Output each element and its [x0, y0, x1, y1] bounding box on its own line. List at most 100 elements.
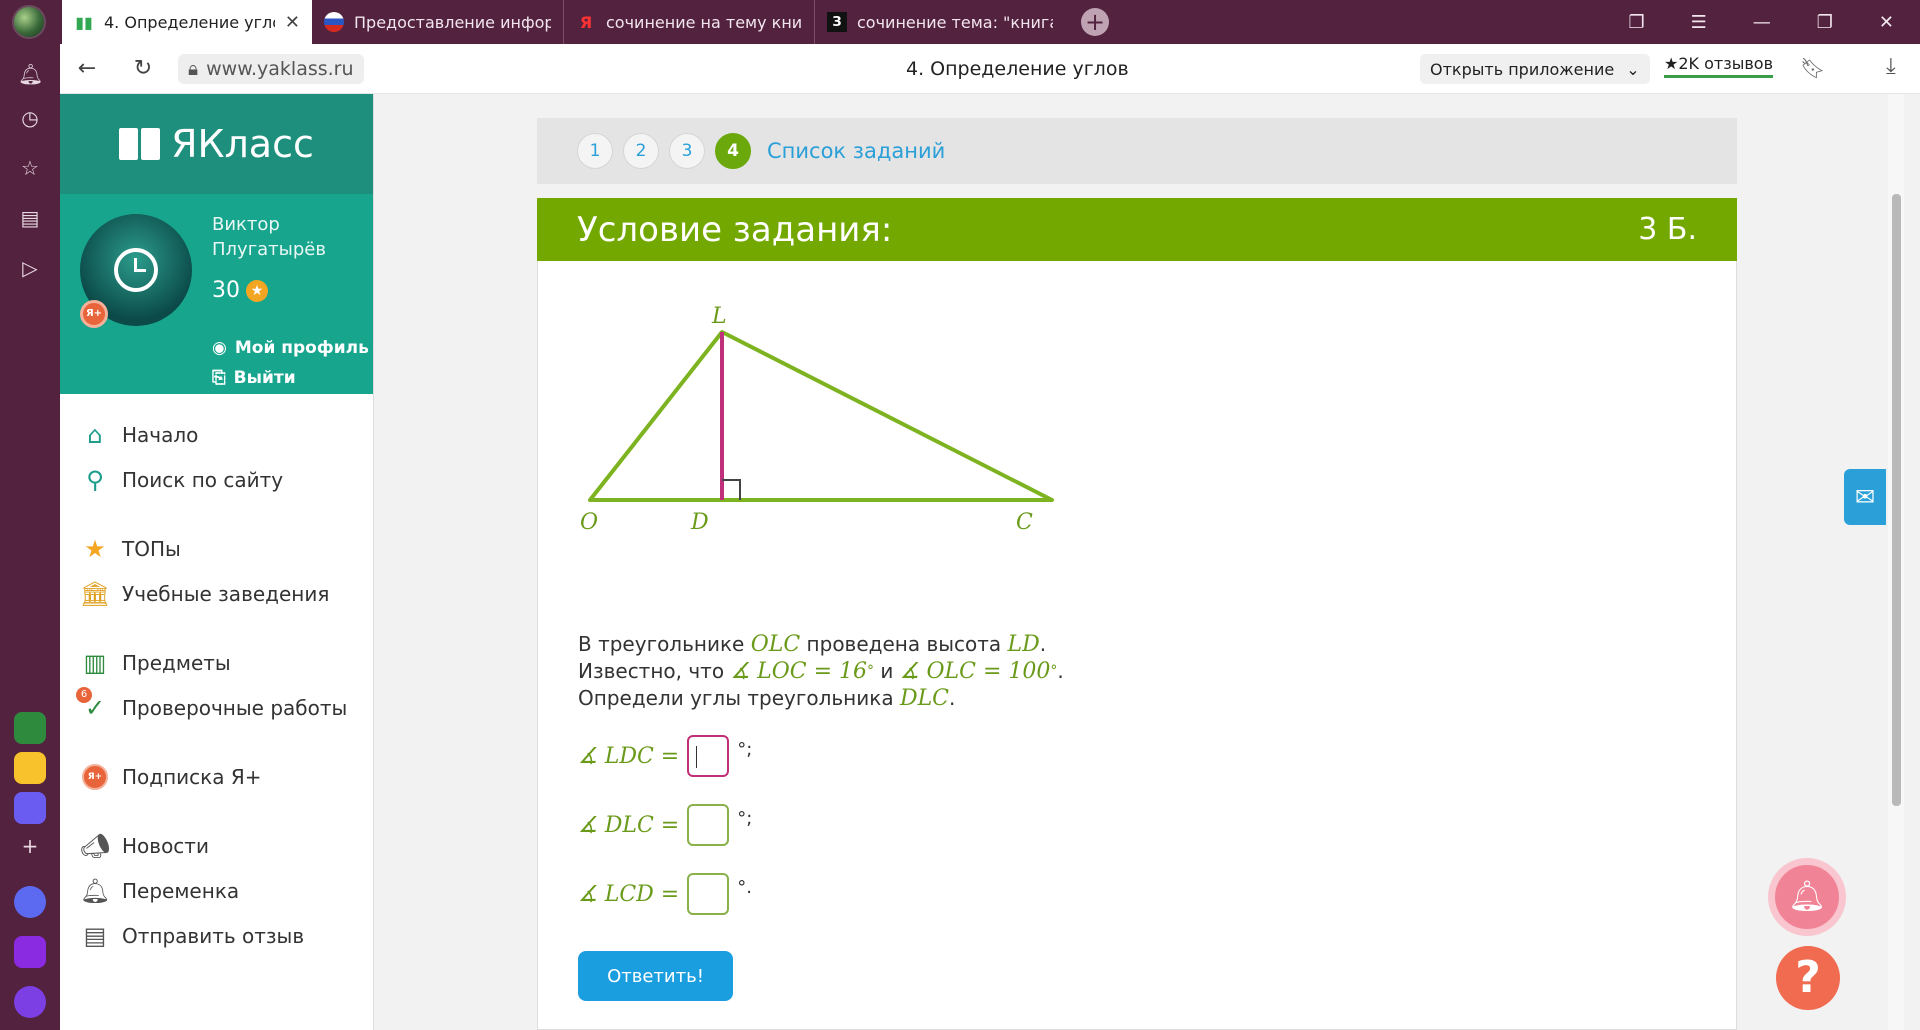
menu-icon[interactable]: ☰ — [1691, 12, 1707, 33]
math: LD — [1007, 632, 1040, 657]
site-sidebar: ЯКласс Я+ Виктор Плугатырёв 30 ★ ◉ Мой п… — [60, 94, 374, 1030]
bell-icon: 🔔︎ — [79, 876, 111, 905]
scrollbar[interactable] — [1888, 94, 1904, 1030]
back-icon[interactable]: ← — [72, 56, 102, 81]
task-list-link[interactable]: Список заданий — [767, 139, 945, 163]
mail-feedback-icon[interactable]: ✉ — [1844, 469, 1886, 525]
user-points: 30 ★ — [212, 278, 268, 303]
tab-active[interactable]: ▮▮ 4. Определение углов ✕ — [62, 0, 312, 44]
answer-lcd-label: ∡ LCD = — [578, 881, 680, 907]
step-4-button[interactable]: 4 — [715, 133, 751, 169]
messenger-app-icon[interactable] — [14, 792, 46, 824]
answer-ldc-label: ∡ LDC = — [578, 743, 680, 769]
megaphone-icon: 📣︎ — [79, 831, 111, 860]
task-card: L O D C В треугольнике OLC проведена выс… — [537, 261, 1737, 1030]
text: В треугольнике — [578, 632, 745, 656]
bookmarks-star-icon[interactable]: ☆ — [18, 156, 42, 180]
sidebar-item-tests[interactable]: 6 ✓ Проверочные работы — [60, 685, 373, 730]
browser-menu-icon[interactable] — [12, 5, 46, 39]
tests-count-badge: 6 — [76, 687, 92, 703]
history-icon[interactable]: ◷ — [18, 106, 42, 130]
tab-close-icon[interactable]: ✕ — [285, 12, 300, 33]
add-app-icon[interactable]: + — [18, 834, 42, 858]
answer-lcd-input[interactable] — [687, 873, 730, 915]
institution-icon: 🏛︎ — [79, 579, 111, 608]
main-content: 1 2 3 4 Список заданий Условие задания: … — [374, 94, 1904, 1030]
close-window-icon[interactable]: ✕ — [1879, 12, 1894, 33]
tab-title: сочинение на тему книга — [606, 12, 802, 32]
tab-2[interactable]: Предоставление информ — [312, 0, 563, 44]
music-app-icon[interactable] — [14, 936, 46, 968]
reload-icon[interactable]: ↻ — [128, 56, 158, 81]
answer-ldc-input[interactable] — [687, 735, 730, 777]
address-bar: ← ↻ 🔒︎ www.yaklass.ru 4. Определение угл… — [60, 44, 1920, 94]
my-profile-link[interactable]: ◉ Мой профиль — [212, 338, 369, 358]
browser-tabbar: ▮▮ 4. Определение углов ✕ Предоставление… — [0, 0, 1920, 44]
text: проведена высота — [806, 632, 1002, 656]
notification-bell-icon[interactable]: 🔔︎ — [1768, 858, 1846, 936]
mail-app-icon[interactable] — [14, 752, 46, 784]
answer-dlc-input[interactable] — [687, 804, 730, 846]
answer-dlc-end: °; — [737, 808, 753, 829]
answer-dlc-label: ∡ DLC = — [578, 812, 680, 838]
home-icon: ⌂ — [87, 420, 103, 449]
sidebar-item-search[interactable]: ⚲ Поиск по сайту — [60, 457, 373, 502]
step-2-button[interactable]: 2 — [623, 133, 659, 169]
sidebar-item-subjects[interactable]: ▥ Предметы — [60, 640, 373, 685]
user-last-name: Плугатырёв — [212, 239, 326, 260]
ya-plus-icon: Я+ — [80, 762, 110, 792]
sidebar-item-news[interactable]: 📣︎ Новости — [60, 823, 373, 868]
sidebar-item-tops[interactable]: ★ ТОПы — [60, 526, 373, 571]
sidebar-item-home[interactable]: ⌂ Начало — [60, 412, 373, 457]
text: . — [1039, 632, 1047, 656]
alice-icon[interactable] — [14, 886, 46, 918]
sidebar-item-subscription[interactable]: Я+ Подписка Я+ — [60, 754, 373, 799]
url-text: www.yaklass.ru — [206, 58, 354, 80]
collections-icon[interactable]: ▤ — [18, 206, 42, 230]
scrollbar-thumb[interactable] — [1892, 194, 1901, 806]
tab-title: 4. Определение углов — [104, 12, 275, 32]
book-logo-icon — [119, 128, 161, 160]
user-first-name: Виктор — [212, 214, 280, 235]
sidebar-item-label: Проверочные работы — [122, 695, 348, 720]
url-field[interactable]: 🔒︎ www.yaklass.ru — [178, 54, 364, 84]
my-profile-label: Мой профиль — [234, 338, 369, 358]
page-title: 4. Определение углов — [906, 58, 1129, 80]
logo-text: ЯКласс — [171, 122, 314, 166]
collections-icon[interactable]: ❐ — [1628, 12, 1644, 33]
sidebar-item-label: Новости — [122, 833, 209, 858]
sidebar-item-break[interactable]: 🔔︎ Переменка — [60, 868, 373, 913]
logout-link[interactable]: ⎘ Выйти — [212, 368, 296, 388]
problem-text: В треугольнике OLC проведена высота LD. … — [578, 631, 1064, 712]
site-favicon-icon: З — [827, 12, 847, 32]
notifications-icon[interactable]: 🔔︎ — [18, 62, 43, 86]
yaklass-app-icon[interactable] — [14, 712, 46, 744]
step-1-button[interactable]: 1 — [577, 133, 613, 169]
yaklass-logo[interactable]: ЯКласс — [60, 94, 373, 194]
new-tab-button[interactable]: + — [1081, 8, 1109, 36]
sidebar-item-feedback[interactable]: ▤ Отправить отзыв — [60, 913, 373, 958]
sidebar-item-label: Начало — [122, 422, 199, 447]
chevron-down-icon[interactable]: ⌄ — [1626, 60, 1639, 79]
bookmark-icon[interactable]: 🔖︎ — [1800, 56, 1825, 80]
submit-answer-button[interactable]: Ответить! — [578, 951, 733, 1001]
triangle-figure: L O D C — [580, 304, 1054, 535]
restore-icon[interactable]: ❐ — [1817, 12, 1833, 33]
reviews-button[interactable]: ★2K отзывов — [1664, 54, 1773, 78]
answer-lcd-row: ∡ LCD = °. — [578, 873, 752, 915]
tab-4[interactable]: З сочинение тема: "книга н — [814, 0, 1065, 44]
open-app-button[interactable]: Открыть приложение ⌄ — [1420, 54, 1650, 84]
tab-title: сочинение тема: "книга н — [857, 12, 1053, 32]
video-icon[interactable]: ▷ — [18, 256, 42, 280]
user-profile-panel: Я+ Виктор Плугатырёв 30 ★ ◉ Мой профиль … — [60, 194, 373, 394]
assistant-icon[interactable] — [14, 986, 46, 1018]
help-icon[interactable]: ? — [1776, 946, 1840, 1010]
text: . — [1057, 659, 1064, 683]
sidebar-item-schools[interactable]: 🏛︎ Учебные заведения — [60, 571, 373, 616]
minimize-icon[interactable]: — — [1753, 12, 1771, 33]
download-icon[interactable]: ⤓ — [1886, 54, 1896, 79]
step-3-button[interactable]: 3 — [669, 133, 705, 169]
tab-3[interactable]: Я сочинение на тему книга — [563, 0, 814, 44]
search-icon: ⚲ — [86, 465, 104, 494]
label-o: O — [580, 510, 598, 535]
